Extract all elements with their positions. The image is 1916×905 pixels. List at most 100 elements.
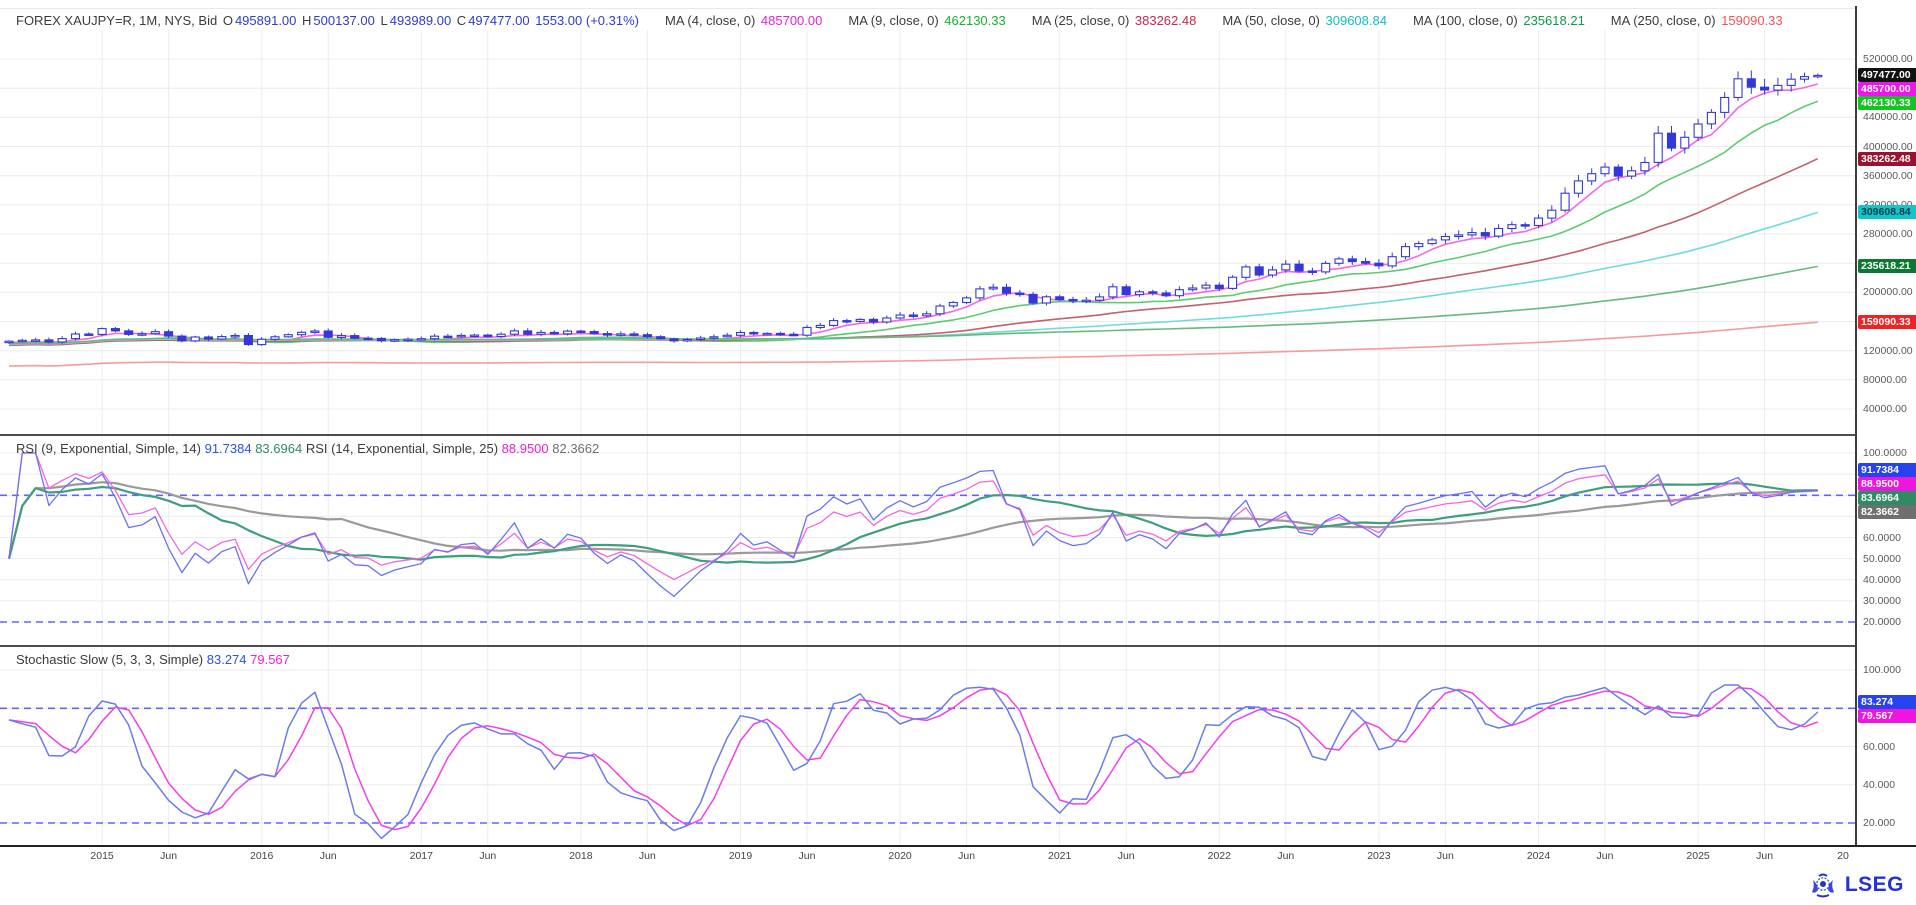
time-axis[interactable]: 2015 Jun 2016 Jun 2017 Jun 2018 Jun 2019 Jun 2020 J… bbox=[0, 850, 1856, 868]
value-axis-badge: 91.7384 bbox=[1858, 463, 1916, 477]
time-axis-month-label: Jun bbox=[320, 850, 337, 862]
axis-tick-label: 520000.00 bbox=[1863, 53, 1913, 65]
axis-tick-label: 100.0000 bbox=[1863, 447, 1907, 459]
ma-legend-label: MA (4, close, 0) bbox=[665, 13, 759, 28]
legend-text-run: 495891.00 bbox=[235, 13, 300, 28]
stochastic-legend-run: Stochastic Slow (5, 3, 3, Simple) bbox=[16, 652, 207, 667]
value-axis-badge: 383262.48 bbox=[1858, 152, 1916, 166]
time-axis-month-label: Jun bbox=[160, 850, 177, 862]
time-axis-month-label: Jun bbox=[958, 850, 975, 862]
rsi-legend-run: 88.9500 bbox=[502, 441, 553, 456]
axis-tick-label: 20.000 bbox=[1863, 817, 1895, 829]
value-axis-badge: 79.567 bbox=[1858, 709, 1916, 723]
instrument-legend: FOREX XAUJPY=R, 1M, NYS, Bid O495891.00 … bbox=[16, 10, 1836, 32]
rsi-chart[interactable] bbox=[0, 436, 1856, 645]
rsi-legend-run: RSI (14, Exponential, Simple, 25) bbox=[302, 441, 501, 456]
time-axis-month-label: Jun bbox=[1277, 850, 1294, 862]
price-chart[interactable] bbox=[0, 30, 1856, 434]
price-grid bbox=[0, 30, 1856, 434]
price-panel[interactable] bbox=[0, 30, 1856, 434]
axis-tick-label: 30.0000 bbox=[1863, 595, 1901, 607]
stochastic-chart[interactable] bbox=[0, 647, 1856, 845]
legend-text-run: L bbox=[380, 13, 387, 28]
ma-legend-value: 383262.48 bbox=[1135, 13, 1196, 28]
legend-text-run: 500137.00 bbox=[313, 13, 378, 28]
time-axis-year-label: 2023 bbox=[1367, 850, 1390, 862]
axis-tick-label: 60.000 bbox=[1863, 741, 1895, 753]
ma-legend-value: 485700.00 bbox=[761, 13, 822, 28]
rsi-legend-run: 91.7384 bbox=[205, 441, 256, 456]
axis-tick-label: 400000.00 bbox=[1863, 141, 1913, 153]
value-axis-badge: 235618.21 bbox=[1858, 259, 1916, 273]
time-axis-year-label: 2025 bbox=[1686, 850, 1709, 862]
value-axis-badge: 309608.84 bbox=[1858, 205, 1916, 219]
legend-text-run: 1553.00 (+0.31%) bbox=[535, 13, 639, 28]
time-axis-year-label: 20 bbox=[1837, 850, 1849, 862]
legend-text-run: C bbox=[457, 13, 466, 28]
axis-tick-label: 360000.00 bbox=[1863, 170, 1913, 182]
value-axis-badge: 159090.33 bbox=[1858, 315, 1916, 329]
time-axis-month-label: Jun bbox=[1437, 850, 1454, 862]
ma-legend-label: MA (50, close, 0) bbox=[1222, 13, 1323, 28]
rsi-legend-run: 82.3662 bbox=[552, 441, 599, 456]
stochastic-grid bbox=[0, 647, 1856, 845]
value-axis-column[interactable]: 520000.00440000.00400000.00360000.003200… bbox=[1857, 0, 1916, 845]
axis-tick-label: 40.0000 bbox=[1863, 574, 1901, 586]
time-axis-month-label: Jun bbox=[479, 850, 496, 862]
time-axis-month-label: Jun bbox=[1597, 850, 1614, 862]
rsi-legend-run: RSI (9, Exponential, Simple, 14) bbox=[16, 441, 205, 456]
value-axis-badge: 485700.00 bbox=[1858, 82, 1916, 96]
rsi-indicator-legend: RSI (9, Exponential, Simple, 14) 91.7384… bbox=[16, 441, 599, 456]
axis-tick-label: 40000.00 bbox=[1863, 403, 1907, 415]
window-top-border bbox=[0, 8, 1916, 9]
axis-tick-label: 120000.00 bbox=[1863, 345, 1913, 357]
axis-tick-label: 60.0000 bbox=[1863, 532, 1901, 544]
time-axis-month-label: Jun bbox=[1118, 850, 1135, 862]
lseg-crest-icon bbox=[1808, 872, 1838, 898]
axis-tick-label: 40.000 bbox=[1863, 779, 1895, 791]
legend-text-run: 497477.00 bbox=[468, 13, 533, 28]
ma-legend-value: 309608.84 bbox=[1326, 13, 1387, 28]
axis-tick-label: 20.0000 bbox=[1863, 616, 1901, 628]
rsi-panel[interactable] bbox=[0, 436, 1856, 645]
axis-tick-label: 200000.00 bbox=[1863, 286, 1913, 298]
time-axis-year-label: 2021 bbox=[1048, 850, 1071, 862]
ma-legend-label: MA (100, close, 0) bbox=[1413, 13, 1521, 28]
time-axis-year-label: 2018 bbox=[569, 850, 592, 862]
ma-legend-label: MA (250, close, 0) bbox=[1611, 13, 1719, 28]
legend-text-run: H bbox=[302, 13, 311, 28]
time-axis-month-label: Jun bbox=[799, 850, 816, 862]
legend-text-run: O bbox=[223, 13, 233, 28]
stochastic-panel[interactable] bbox=[0, 647, 1856, 845]
axis-tick-label: 280000.00 bbox=[1863, 228, 1913, 240]
rsi-grid bbox=[0, 436, 1856, 645]
ma-legend-label: MA (25, close, 0) bbox=[1032, 13, 1133, 28]
time-axis-year-label: 2019 bbox=[729, 850, 752, 862]
value-axis-badge: 497477.00 bbox=[1858, 68, 1916, 82]
time-axis-month-label: Jun bbox=[639, 850, 656, 862]
time-axis-year-label: 2020 bbox=[888, 850, 911, 862]
time-axis-year-label: 2024 bbox=[1527, 850, 1550, 862]
lseg-logo-text: LSEG bbox=[1845, 873, 1904, 897]
stochastic-indicator-legend: Stochastic Slow (5, 3, 3, Simple) 83.274… bbox=[16, 652, 290, 667]
time-axis-year-label: 2016 bbox=[250, 850, 273, 862]
chart-window: FOREX XAUJPY=R, 1M, NYS, Bid O495891.00 … bbox=[0, 0, 1916, 905]
value-axis-badge: 88.9500 bbox=[1858, 477, 1916, 491]
value-axis-badge: 462130.33 bbox=[1858, 96, 1916, 110]
axis-tick-label: 80000.00 bbox=[1863, 374, 1907, 386]
time-axis-year-label: 2015 bbox=[90, 850, 113, 862]
lseg-logo: LSEG bbox=[1808, 872, 1904, 898]
ma-legend-value: 159090.33 bbox=[1721, 13, 1782, 28]
time-axis-year-label: 2022 bbox=[1208, 850, 1231, 862]
value-axis-badge: 82.3662 bbox=[1858, 505, 1916, 519]
stochastic-legend-run: 79.567 bbox=[250, 652, 290, 667]
axis-tick-label: 440000.00 bbox=[1863, 111, 1913, 123]
rsi-legend-run: 83.6964 bbox=[255, 441, 302, 456]
axis-tick-label: 50.0000 bbox=[1863, 553, 1901, 565]
candles-layer bbox=[5, 70, 1822, 346]
ma-legend-value: 462130.33 bbox=[944, 13, 1005, 28]
ma-legend-label: MA (9, close, 0) bbox=[848, 13, 942, 28]
value-axis-badge: 83.274 bbox=[1858, 695, 1916, 709]
time-axis-year-label: 2017 bbox=[410, 850, 433, 862]
legend-text-run: 493989.00 bbox=[390, 13, 455, 28]
